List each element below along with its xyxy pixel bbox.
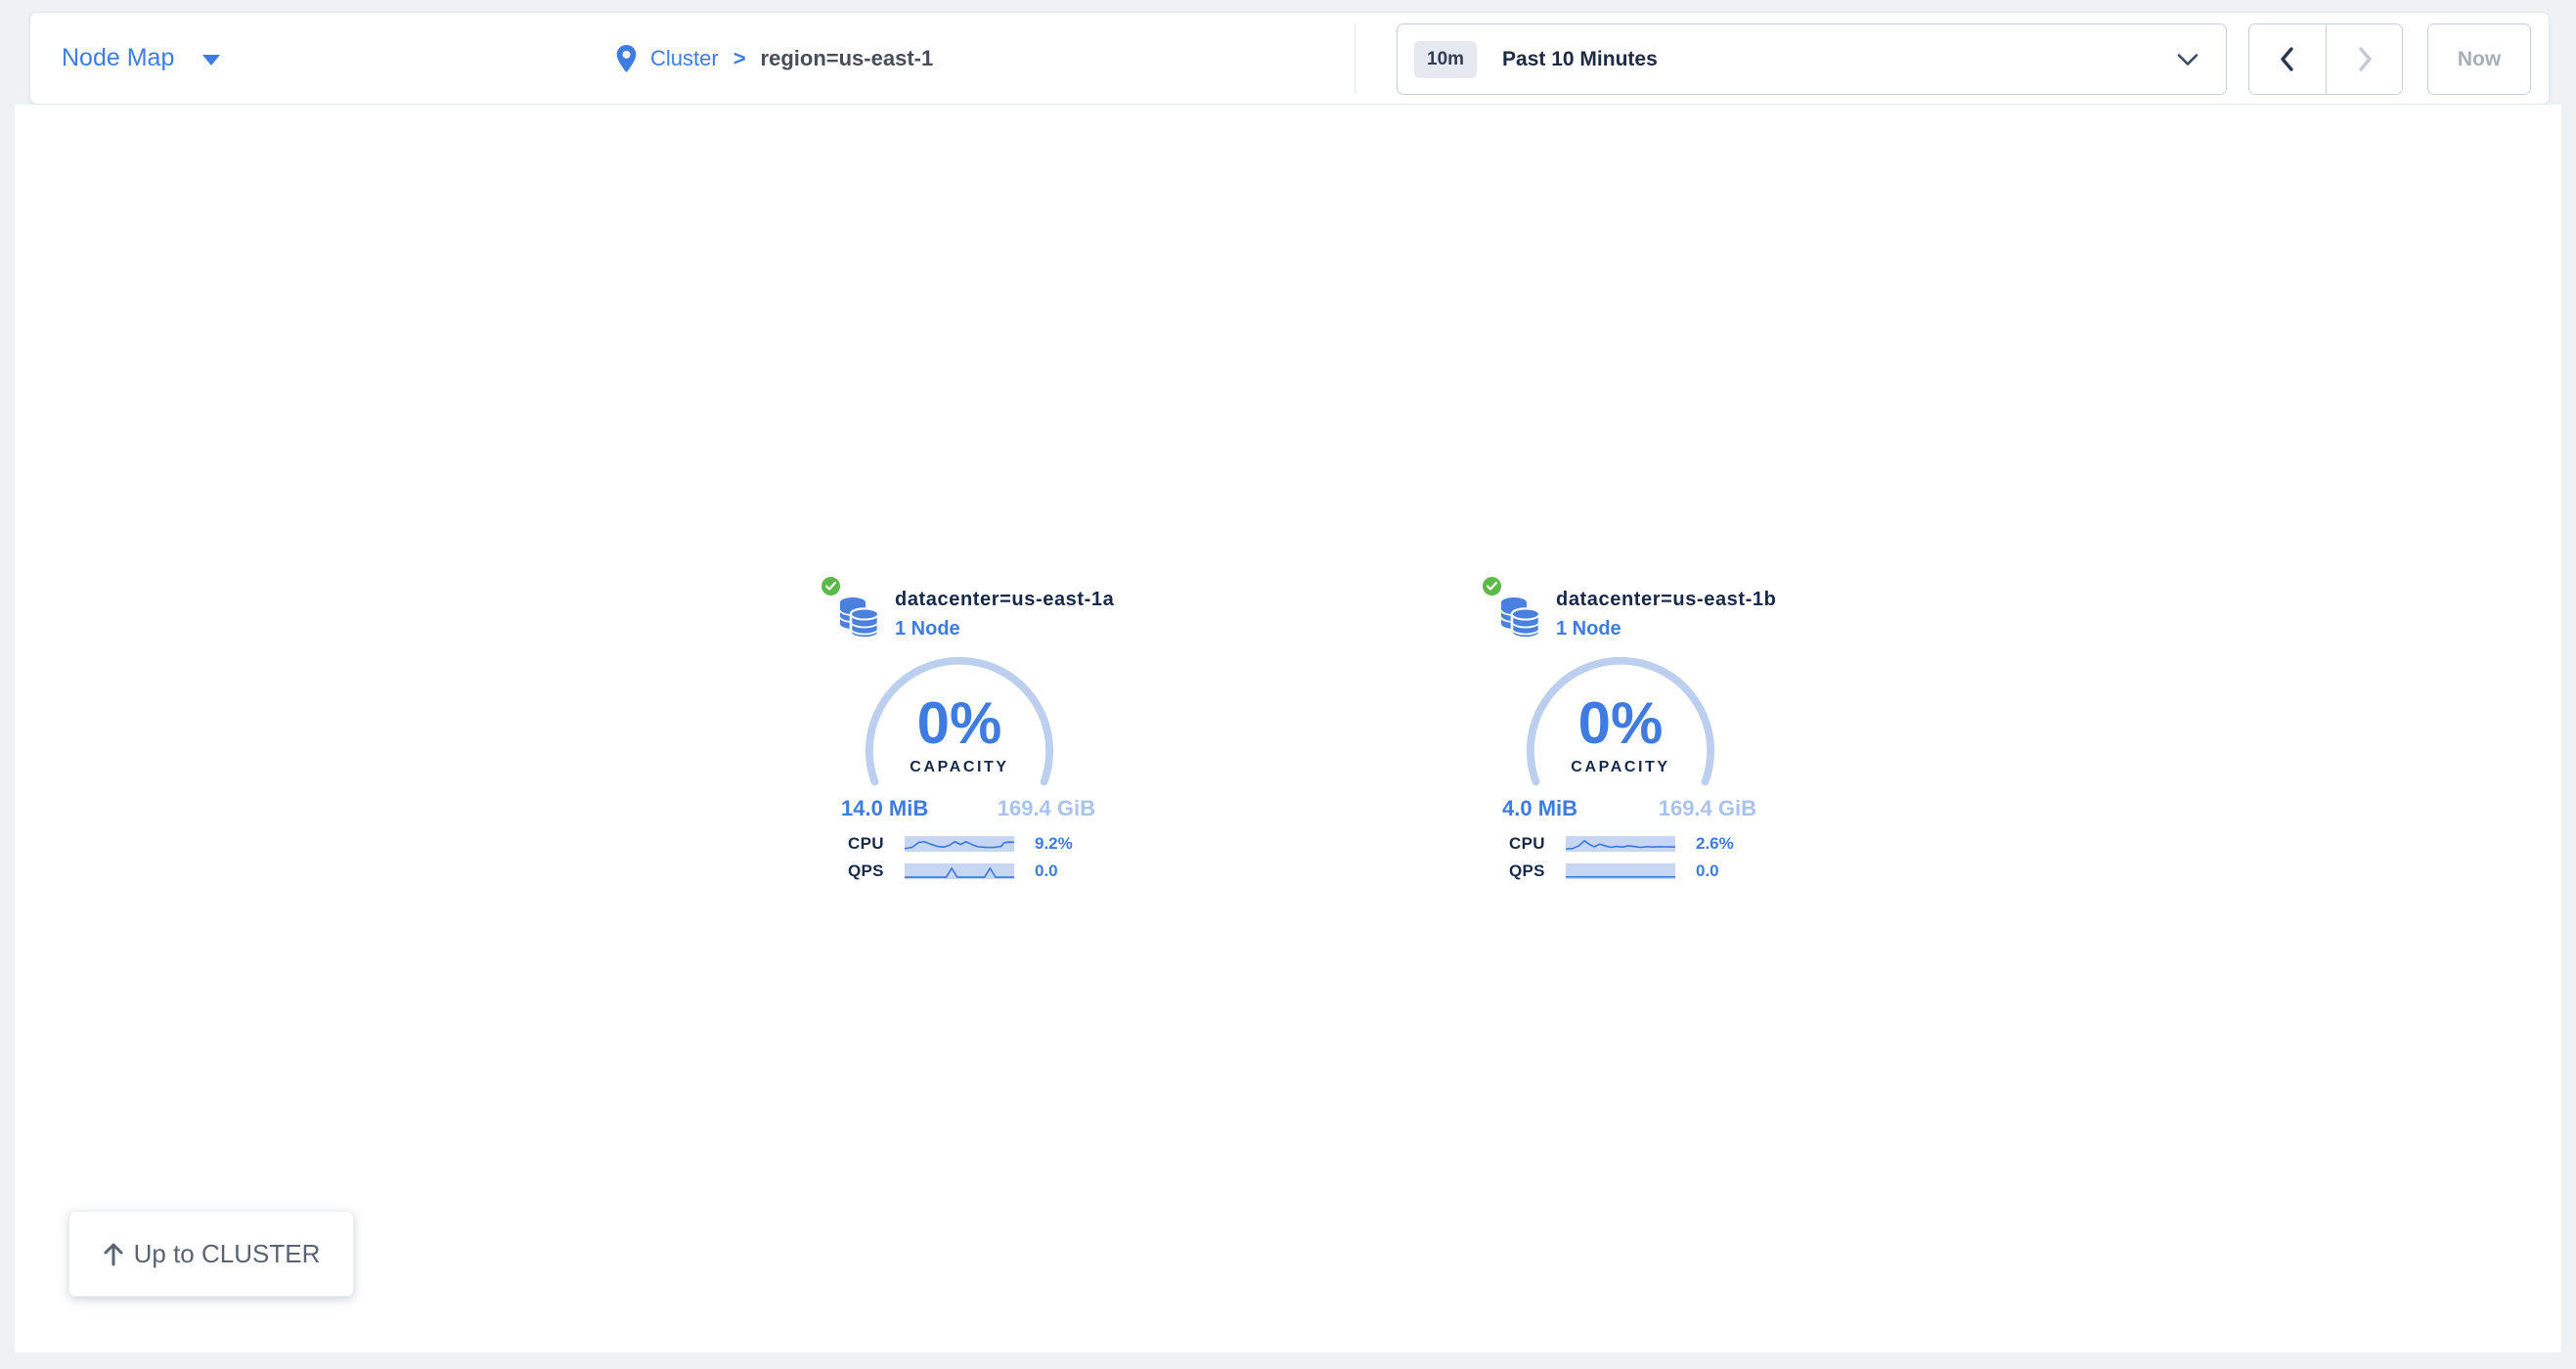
qps-metric-row: QPS 0.0	[1483, 861, 1776, 879]
qps-value: 0.0	[1035, 861, 1058, 881]
time-next-button[interactable]	[2326, 24, 2402, 94]
time-nav-group	[2248, 23, 2403, 95]
healthy-status-icon	[1483, 577, 1501, 596]
cpu-metric-row: CPU 2.6%	[1483, 834, 1776, 852]
up-to-cluster-label: Up to CLUSTER	[134, 1239, 321, 1269]
breadcrumb-separator: >	[733, 46, 746, 71]
qps-sparkline	[1566, 863, 1675, 879]
datacenter-icon	[836, 594, 881, 639]
cpu-value: 2.6%	[1696, 834, 1734, 854]
capacity-caption: CAPACITY	[1525, 759, 1716, 776]
chevron-left-icon	[2278, 46, 2297, 72]
capacity-total-label: 169.4 GiB	[1659, 796, 1756, 821]
qps-value: 0.0	[1696, 861, 1719, 881]
location-pin-icon	[615, 44, 638, 73]
capacity-percent: 0%	[1525, 694, 1716, 753]
view-selector-label: Node Map	[62, 44, 174, 72]
qps-label: QPS	[1509, 861, 1545, 881]
view-selector-dropdown[interactable]: Node Map	[62, 13, 220, 104]
time-range-badge: 10m	[1414, 41, 1477, 78]
locality-card-us-east-1a[interactable]: datacenter=us-east-1a 1 Node 0% CAPACITY…	[822, 572, 1115, 895]
cpu-label: CPU	[1509, 834, 1545, 854]
locality-title: datacenter=us-east-1a	[895, 589, 1114, 611]
capacity-used-label: 4.0 MiB	[1502, 796, 1577, 821]
cpu-sparkline	[905, 836, 1014, 852]
breadcrumb-current: region=us-east-1	[761, 46, 934, 71]
node-map-canvas	[15, 105, 2561, 1352]
arrow-up-icon	[103, 1241, 124, 1266]
qps-sparkline	[905, 863, 1014, 879]
breadcrumb: Cluster > region=us-east-1	[615, 13, 933, 104]
time-prev-button[interactable]	[2249, 24, 2326, 94]
locality-card-us-east-1b[interactable]: datacenter=us-east-1b 1 Node 0% CAPACITY…	[1483, 572, 1776, 895]
locality-node-count: 1 Node	[895, 618, 960, 640]
capacity-caption: CAPACITY	[864, 759, 1055, 776]
capacity-percent: 0%	[864, 694, 1055, 753]
capacity-total-label: 169.4 GiB	[998, 796, 1095, 821]
cpu-metric-row: CPU 9.2%	[822, 834, 1115, 852]
time-range-label: Past 10 Minutes	[1502, 48, 1658, 71]
chevron-down-icon	[2177, 53, 2198, 66]
qps-label: QPS	[848, 861, 884, 881]
time-range-dropdown[interactable]: 10m Past 10 Minutes	[1397, 23, 2227, 95]
cpu-value: 9.2%	[1035, 834, 1073, 854]
locality-title: datacenter=us-east-1b	[1556, 589, 1776, 611]
cpu-label: CPU	[848, 834, 884, 854]
chevron-right-icon	[2355, 46, 2375, 72]
caret-down-icon	[202, 55, 220, 66]
up-to-cluster-button[interactable]: Up to CLUSTER	[68, 1211, 354, 1297]
breadcrumb-cluster-link[interactable]: Cluster	[650, 46, 719, 71]
now-button[interactable]: Now	[2427, 23, 2531, 95]
healthy-status-icon	[822, 577, 840, 596]
locality-node-count: 1 Node	[1556, 618, 1621, 640]
capacity-used-label: 14.0 MiB	[841, 796, 928, 821]
qps-metric-row: QPS 0.0	[822, 861, 1115, 879]
header-bar: Node Map Cluster > region=us-east-1 10m …	[29, 12, 2550, 105]
cpu-sparkline	[1566, 836, 1675, 852]
datacenter-icon	[1497, 594, 1542, 639]
